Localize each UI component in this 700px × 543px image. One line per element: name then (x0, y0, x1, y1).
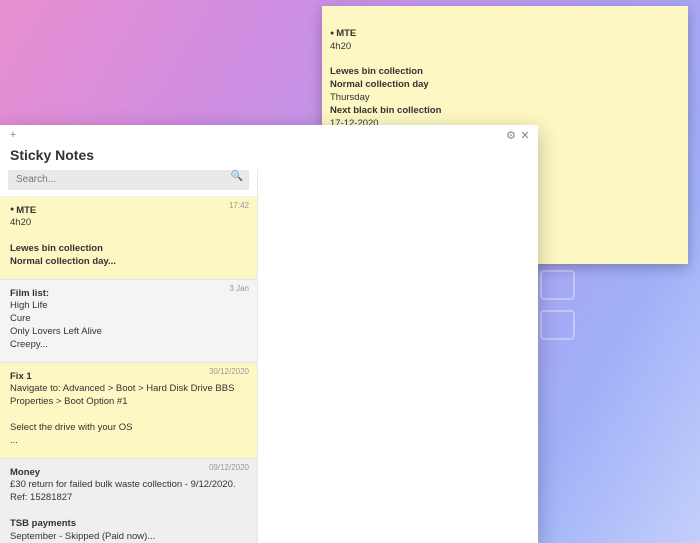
note-card[interactable]: 09/12/2020Money£30 return for failed bul… (0, 459, 257, 543)
note-timestamp: 30/12/2020 (209, 367, 249, 378)
note-line: TSB payments (10, 518, 247, 531)
note-line: £30 return for failed bulk waste collect… (10, 479, 247, 505)
note-line: Cure (10, 313, 247, 326)
sticky-line: MTE (330, 28, 668, 41)
sticky-notes-list-window: + ⚙ ✕ Sticky Notes 🔍 17:42MTE4h20 Lewes … (0, 125, 538, 543)
sticky-line: Thursday (330, 92, 668, 105)
note-card[interactable]: 17:42MTE4h20 Lewes bin collectionNormal … (0, 197, 257, 280)
note-line: Lewes bin collection (10, 243, 247, 256)
notes-list[interactable]: 17:42MTE4h20 Lewes bin collectionNormal … (0, 196, 257, 543)
sticky-line: Lewes bin collection (330, 66, 668, 79)
sticky-line: Normal collection day (330, 79, 668, 92)
note-timestamp: 3 Jan (229, 284, 249, 295)
titlebar: + ⚙ ✕ (0, 125, 538, 145)
sticky-line: Next black bin collection (330, 105, 668, 118)
note-line (10, 409, 247, 422)
note-line: Only Lovers Left Alive (10, 326, 247, 339)
close-icon[interactable]: ✕ (518, 129, 532, 142)
note-line: High Life (10, 300, 247, 313)
preview-pane (258, 169, 538, 543)
note-line: MTE (10, 205, 247, 218)
note-line: September - Skipped (Paid now)... (10, 531, 247, 543)
note-card[interactable]: 30/12/2020Fix 1Navigate to: Advanced > B… (0, 363, 257, 459)
window-title: Sticky Notes (0, 145, 538, 169)
note-line: Navigate to: Advanced > Boot > Hard Disk… (10, 383, 247, 409)
sticky-line: 4h20 (330, 41, 668, 54)
note-line (10, 505, 247, 518)
search-wrap: 🔍 (0, 169, 257, 196)
note-timestamp: 09/12/2020 (209, 463, 249, 474)
note-card[interactable]: 3 JanFilm list:High LifeCureOnly Lovers … (0, 280, 257, 363)
note-line: ... (10, 435, 247, 448)
new-note-button[interactable]: + (6, 129, 20, 141)
desktop-decoration (540, 270, 575, 300)
note-line: Normal collection day... (10, 256, 247, 269)
settings-icon[interactable]: ⚙ (504, 129, 518, 142)
desktop-decoration (540, 310, 575, 340)
note-line: Creepy... (10, 339, 247, 352)
note-line: Film list: (10, 288, 247, 301)
sticky-line (330, 54, 668, 67)
note-line: Select the drive with your OS (10, 422, 247, 435)
note-timestamp: 17:42 (229, 201, 249, 212)
search-input[interactable] (8, 170, 249, 190)
note-line: 4h20 (10, 217, 247, 230)
note-line (10, 230, 247, 243)
search-icon: 🔍 (231, 171, 243, 182)
